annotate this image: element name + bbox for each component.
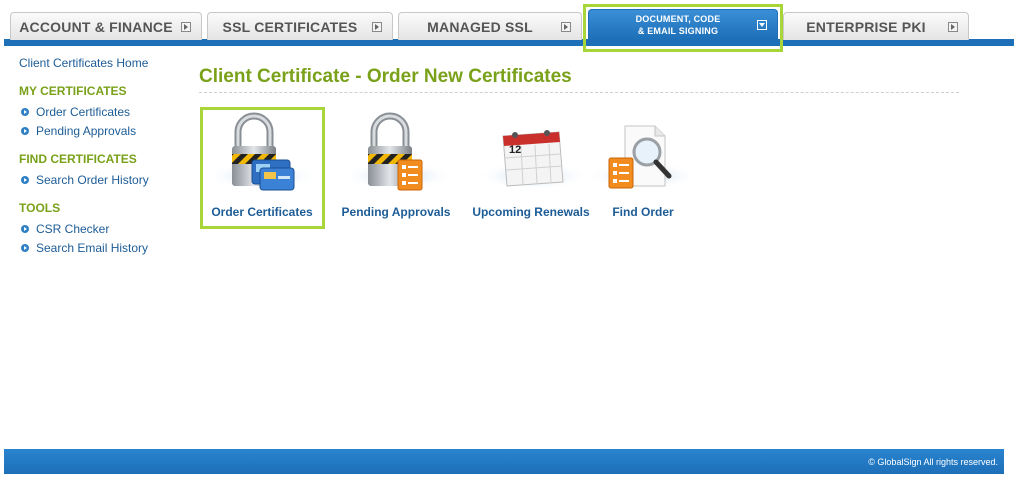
active-tab-highlight — [583, 4, 783, 52]
tab-arrow-icon — [561, 21, 571, 32]
footer-copyright: © GlobalSign All rights reserved. — [868, 456, 998, 467]
tile-upcoming-renewals[interactable]: 12 Upcoming Renewals — [466, 108, 596, 228]
sidebar-item-label: Pending Approvals — [36, 123, 137, 138]
document-magnifier-icon — [583, 108, 703, 194]
top-tab-bar: ACCOUNT & FINANCE SSL CERTIFICATES MANAG… — [4, 4, 1014, 46]
tile-pending-approvals[interactable]: Pending Approvals — [332, 108, 460, 228]
tab-bar-underline — [4, 39, 1014, 46]
sidebar: Client Certificates Home MY CERTIFICATES… — [19, 56, 189, 269]
tab-label: ENTERPRISE PKI — [806, 18, 926, 35]
bullet-arrow-icon — [21, 126, 29, 135]
bullet-arrow-icon — [21, 175, 29, 184]
page-title: Client Certificate - Order New Certifica… — [199, 66, 959, 93]
sidebar-heading: MY CERTIFICATES — [19, 84, 127, 98]
tab-arrow-icon — [948, 21, 958, 32]
tab-ssl-certificates[interactable]: SSL CERTIFICATES — [207, 12, 393, 40]
sidebar-item-pending-approvals[interactable]: Pending Approvals — [19, 121, 189, 140]
sidebar-item-label: Search Email History — [36, 240, 149, 255]
sidebar-heading: TOOLS — [19, 201, 61, 215]
sidebar-item-search-email-history[interactable]: Search Email History — [19, 238, 189, 257]
sidebar-group-my-certificates: MY CERTIFICATES Order Certificates Pendi… — [19, 84, 189, 140]
sidebar-item-order-certificates[interactable]: Order Certificates — [19, 102, 189, 121]
sidebar-heading: FIND CERTIFICATES — [19, 152, 137, 166]
sidebar-item-label: Order Certificates — [36, 104, 131, 119]
tab-arrow-icon — [181, 21, 191, 32]
footer: © GlobalSign All rights reserved. — [4, 449, 1004, 474]
sidebar-group-tools: TOOLS CSR Checker Search Email History — [19, 201, 189, 257]
calendar-icon: 12 — [473, 108, 593, 194]
tab-managed-ssl[interactable]: MANAGED SSL — [398, 12, 582, 40]
bullet-arrow-icon — [21, 224, 29, 233]
tile-label: Upcoming Renewals — [472, 205, 590, 219]
tab-label: MANAGED SSL — [427, 18, 533, 35]
bullet-arrow-icon — [21, 107, 29, 116]
sidebar-group-find-certificates: FIND CERTIFICATES Search Order History — [19, 152, 189, 189]
padlock-checklist-icon — [338, 108, 458, 194]
tab-arrow-icon — [372, 21, 382, 32]
tab-label: SSL CERTIFICATES — [222, 18, 358, 35]
tab-enterprise-pki[interactable]: ENTERPRISE PKI — [783, 12, 969, 40]
sidebar-item-search-order-history[interactable]: Search Order History — [19, 170, 189, 189]
tile-label: Find Order — [612, 205, 674, 219]
sidebar-item-label: Search Order History — [36, 172, 149, 187]
selected-tile-highlight — [200, 107, 325, 229]
sidebar-item-label: CSR Checker — [36, 221, 110, 236]
tab-account-finance[interactable]: ACCOUNT & FINANCE — [10, 12, 202, 40]
tab-label: ACCOUNT & FINANCE — [19, 18, 173, 35]
tile-label: Pending Approvals — [341, 205, 451, 219]
sidebar-item-csr-checker[interactable]: CSR Checker — [19, 219, 189, 238]
bullet-arrow-icon — [21, 243, 29, 252]
tile-find-order[interactable]: Find Order — [584, 108, 702, 228]
sidebar-home-link[interactable]: Client Certificates Home — [19, 56, 189, 70]
calendar-day: 12 — [509, 144, 522, 156]
